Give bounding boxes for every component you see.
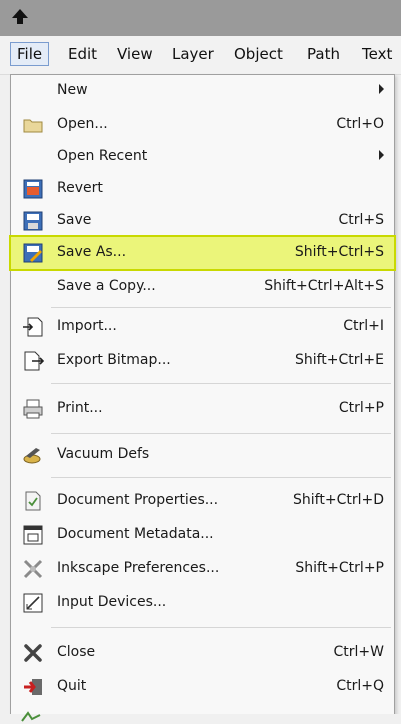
menu-item-label: Vacuum Defs xyxy=(57,446,150,462)
folder-icon xyxy=(23,119,43,133)
menu-item-shortcut: Shift+Ctrl+P xyxy=(295,560,384,576)
menu-item-shortcut: Ctrl+O xyxy=(336,116,384,132)
preferences-tools-icon xyxy=(23,559,43,579)
menu-item-label: Open... xyxy=(57,116,108,132)
menu-item-shortcut: Shift+Ctrl+S xyxy=(294,244,384,260)
menu-item-revert[interactable]: Revert xyxy=(11,173,394,205)
menu-item-save-a-copy[interactable]: Save a Copy... Shift+Ctrl+Alt+S xyxy=(11,271,394,303)
menu-text[interactable]: Text xyxy=(362,45,392,63)
menu-item-label: Input Devices... xyxy=(57,594,167,610)
import-icon xyxy=(23,317,43,337)
menu-item-new[interactable]: New xyxy=(11,75,394,107)
menu-item-shortcut: Shift+Ctrl+D xyxy=(293,492,384,508)
menu-path[interactable]: Path xyxy=(307,45,340,63)
submenu-arrow-icon xyxy=(379,84,384,94)
revert-icon xyxy=(23,179,43,199)
export-icon xyxy=(24,351,44,371)
menu-item-save-as[interactable]: Save As... Shift+Ctrl+S xyxy=(9,235,396,271)
menu-item-open-recent[interactable]: Open Recent xyxy=(11,141,394,173)
menu-item-label: Save xyxy=(57,212,92,228)
menu-item-import[interactable]: Import... Ctrl+I xyxy=(11,311,394,343)
printer-icon xyxy=(23,399,43,419)
menu-item-label: New xyxy=(57,82,88,98)
menu-item-shortcut: Ctrl+S xyxy=(338,212,384,228)
menu-item-shortcut: Shift+Ctrl+Alt+S xyxy=(264,278,384,294)
canvas-strip xyxy=(0,714,401,724)
menu-item-open[interactable]: Open... Ctrl+O xyxy=(11,109,394,141)
menu-item-save[interactable]: Save Ctrl+S xyxy=(11,205,394,237)
menu-separator xyxy=(51,383,391,384)
document-properties-icon xyxy=(25,491,41,511)
menu-separator xyxy=(51,307,391,308)
menu-item-label: Close xyxy=(57,644,96,660)
close-icon xyxy=(24,644,42,662)
menu-item-shortcut: Ctrl+Q xyxy=(336,678,384,694)
menu-item-label: Save a Copy... xyxy=(57,278,156,294)
menu-item-label: Document Metadata... xyxy=(57,526,214,542)
menu-item-label: Document Properties... xyxy=(57,492,219,508)
menu-item-document-metadata[interactable]: Document Metadata... xyxy=(11,519,394,551)
menu-item-label: Open Recent xyxy=(57,148,148,164)
menu-item-export-bitmap[interactable]: Export Bitmap... Shift+Ctrl+E xyxy=(11,345,394,377)
submenu-arrow-icon xyxy=(379,150,384,160)
menu-edit[interactable]: Edit xyxy=(68,45,97,63)
save-as-icon xyxy=(23,243,43,263)
menu-item-label: Inkscape Preferences... xyxy=(57,560,220,576)
menu-item-print[interactable]: Print... Ctrl+P xyxy=(11,393,394,425)
menu-item-shortcut: Shift+Ctrl+E xyxy=(294,352,384,368)
menu-item-label: Revert xyxy=(57,180,103,196)
file-dropdown-menu: New Open... Ctrl+O Open Recent Revert Sa… xyxy=(9,74,396,716)
menu-item-label: Import... xyxy=(57,318,117,334)
menu-item-shortcut: Ctrl+W xyxy=(333,644,384,660)
menu-object[interactable]: Object xyxy=(234,45,283,63)
menu-layer[interactable]: Layer xyxy=(172,45,214,63)
menu-item-close[interactable]: Close Ctrl+W xyxy=(11,637,394,669)
menu-item-label: Save As... xyxy=(57,244,127,260)
window-titlebar xyxy=(0,0,401,36)
menu-item-label: Quit xyxy=(57,678,87,694)
menu-item-shortcut: Ctrl+I xyxy=(343,318,384,334)
tool-icon xyxy=(21,711,41,722)
menu-item-shortcut: Ctrl+P xyxy=(338,400,384,416)
quit-icon xyxy=(24,679,42,695)
menu-file[interactable]: File xyxy=(10,42,50,66)
menu-item-quit[interactable]: Quit Ctrl+Q xyxy=(11,671,394,703)
menu-separator xyxy=(51,477,391,478)
menu-separator xyxy=(51,433,391,434)
document-metadata-icon xyxy=(23,525,43,545)
save-icon xyxy=(23,211,43,231)
menu-view[interactable]: View xyxy=(117,45,153,63)
menu-item-label: Print... xyxy=(57,400,103,416)
input-devices-icon xyxy=(23,593,43,613)
menubar: File Edit View Layer Object Path Text xyxy=(0,36,401,75)
vacuum-icon xyxy=(23,448,41,464)
menu-item-vacuum-defs[interactable]: Vacuum Defs xyxy=(11,439,394,471)
inkscape-app-icon xyxy=(12,9,28,24)
menu-separator xyxy=(51,627,391,628)
menu-item-label: Export Bitmap... xyxy=(57,352,171,368)
menu-item-document-properties[interactable]: Document Properties... Shift+Ctrl+D xyxy=(11,485,394,517)
menu-item-inkscape-preferences[interactable]: Inkscape Preferences... Shift+Ctrl+P xyxy=(11,553,394,585)
menu-item-input-devices[interactable]: Input Devices... xyxy=(11,587,394,619)
